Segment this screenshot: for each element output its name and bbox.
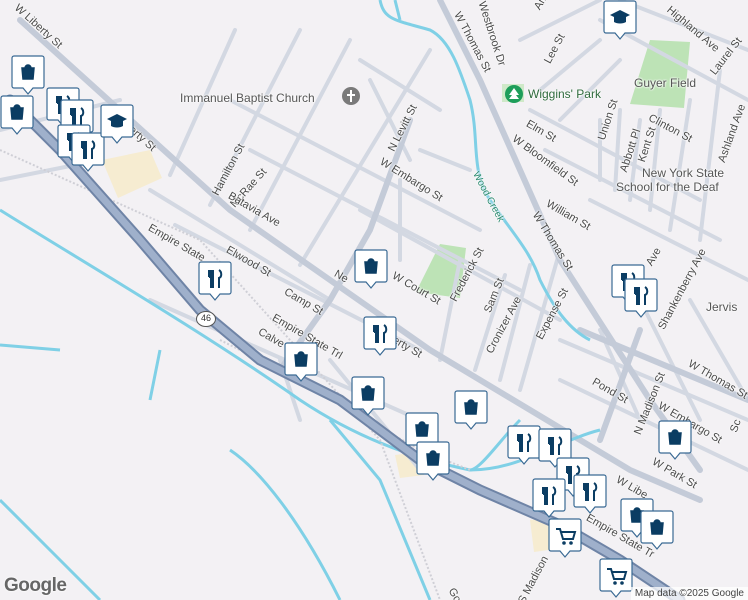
marker-shopping[interactable] (658, 420, 692, 460)
fork-knife-icon (363, 316, 397, 356)
fork-knife-icon (573, 474, 607, 514)
marker-shopping[interactable] (416, 441, 450, 481)
marker-restaurant[interactable] (532, 478, 566, 518)
marker-restaurant[interactable] (507, 425, 541, 465)
label-guyer-field: Guyer Field (634, 76, 697, 90)
marker-restaurant[interactable] (198, 261, 232, 301)
marker-grocery[interactable] (599, 558, 633, 598)
marker-restaurant[interactable] (573, 474, 607, 514)
church-icon[interactable] (342, 87, 360, 105)
label-immanuel-baptist-church: Immanuel Baptist Church (180, 91, 315, 105)
shopping-cart-icon (599, 558, 633, 598)
map-data-credit[interactable]: Map data ©2025 Google (630, 587, 748, 600)
route-46-label: 46 (200, 313, 211, 323)
shopping-bag-icon (354, 249, 388, 289)
label-jervis: Jervis (706, 300, 738, 314)
route-46-shield: 46 (196, 311, 216, 327)
fork-knife-icon (532, 478, 566, 518)
marker-restaurant[interactable] (363, 316, 397, 356)
graduation-cap-icon (603, 0, 637, 40)
shopping-cart-icon (548, 518, 582, 558)
marker-grocery[interactable] (548, 518, 582, 558)
shopping-bag-icon (351, 376, 385, 416)
shopping-bag-icon (416, 441, 450, 481)
marker-restaurant[interactable] (624, 278, 658, 318)
marker-shopping[interactable] (0, 95, 34, 135)
marker-shopping[interactable] (354, 249, 388, 289)
shopping-bag-icon (658, 420, 692, 460)
fork-knife-icon (507, 425, 541, 465)
fork-knife-icon (624, 278, 658, 318)
graduation-cap-icon (100, 104, 134, 144)
google-logo: Google (4, 575, 67, 596)
marker-shopping[interactable] (11, 55, 45, 95)
marker-shopping[interactable] (454, 390, 488, 430)
marker-shopping[interactable] (640, 510, 674, 550)
shopping-bag-icon (640, 510, 674, 550)
shopping-bag-icon (454, 390, 488, 430)
fork-knife-icon (198, 261, 232, 301)
label-school-line2: School for the Deaf (616, 180, 719, 194)
shopping-bag-icon (284, 342, 318, 382)
marker-shopping[interactable] (351, 376, 385, 416)
marker-school[interactable] (603, 0, 637, 40)
label-wiggins-park: Wiggins' Park (528, 87, 601, 101)
shopping-bag-icon (11, 55, 45, 95)
marker-school[interactable] (100, 104, 134, 144)
shopping-bag-icon (0, 95, 34, 135)
park-icon[interactable] (505, 85, 523, 103)
map-canvas[interactable]: Immanuel Baptist Church N Levitt St W Th… (0, 0, 748, 600)
marker-shopping[interactable] (284, 342, 318, 382)
label-school-line1: New York State (642, 166, 725, 180)
